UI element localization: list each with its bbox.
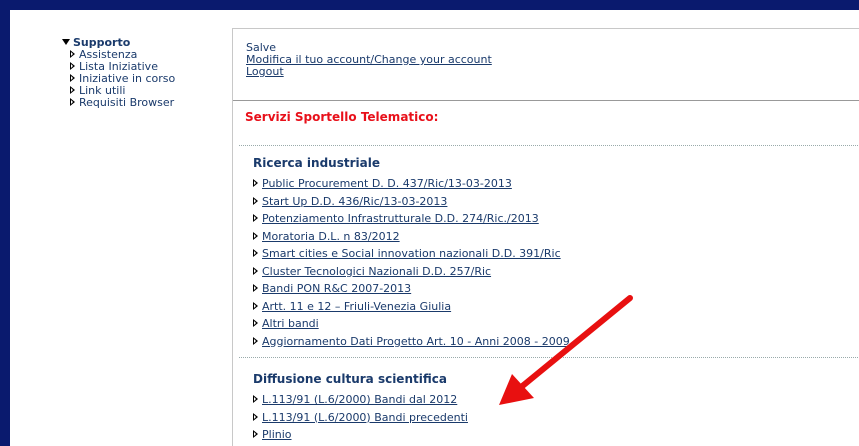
list-item: L.113/91 (L.6/2000) Bandi precedenti: [253, 409, 468, 427]
window-frame-left: [0, 0, 10, 446]
group-title-diffusione: Diffusione cultura scientifica: [253, 372, 447, 386]
link-aggiornamento-dati[interactable]: Aggiornamento Dati Progetto Art. 10 - An…: [262, 335, 570, 348]
link-cluster[interactable]: Cluster Tecnologici Nazionali D.D. 257/R…: [262, 265, 491, 278]
triangle-right-icon: [253, 196, 258, 205]
triangle-right-icon: [253, 395, 258, 403]
section-title: Servizi Sportello Telematico:: [245, 110, 439, 124]
list-item: L.113/91 (L.6/2000) Bandi dal 2012: [253, 391, 468, 409]
link-list-diffusione: L.113/91 (L.6/2000) Bandi dal 2012 L.113…: [253, 391, 468, 444]
list-item: Potenziamento Infrastrutturale D.D. 274/…: [253, 210, 570, 228]
triangle-right-icon: [253, 412, 258, 421]
link-plinio[interactable]: Plinio: [262, 428, 292, 441]
link-bandi-precedenti[interactable]: L.113/91 (L.6/2000) Bandi precedenti: [262, 411, 468, 424]
link-potenziamento[interactable]: Potenziamento Infrastrutturale D.D. 274/…: [262, 212, 539, 225]
triangle-right-icon: [253, 266, 258, 275]
link-artt-11-12[interactable]: Artt. 11 e 12 – Friuli-Venezia Giulia: [262, 300, 451, 313]
list-item: Plinio: [253, 426, 468, 444]
triangle-right-icon: [253, 214, 258, 222]
list-item: Bandi PON R&C 2007-2013: [253, 280, 570, 298]
list-item: Smart cities e Social innovation naziona…: [253, 245, 570, 263]
triangle-right-icon: [253, 284, 258, 292]
triangle-right-icon: [70, 50, 75, 58]
dotted-divider: [239, 145, 859, 146]
triangle-right-icon: [253, 336, 258, 345]
triangle-right-icon: [253, 231, 258, 240]
caret-down-icon: [62, 39, 70, 45]
group-title-ricerca-industriale: Ricerca industriale: [253, 156, 380, 170]
logout-link[interactable]: Logout: [246, 66, 492, 78]
triangle-right-icon: [70, 62, 75, 70]
link-start-up[interactable]: Start Up D.D. 436/Ric/13-03-2013: [262, 195, 447, 208]
link-smart-cities[interactable]: Smart cities e Social innovation naziona…: [262, 247, 561, 260]
window-frame-top: [0, 0, 859, 10]
list-item: Start Up D.D. 436/Ric/13-03-2013: [253, 193, 570, 211]
sidebar: Supporto Assistenza Lista Iniziative Ini…: [62, 36, 222, 109]
list-item: Cluster Tecnologici Nazionali D.D. 257/R…: [253, 263, 570, 281]
list-item: Public Procurement D. D. 437/Ric/13-03-2…: [253, 175, 570, 193]
link-bandi-dal-2012[interactable]: L.113/91 (L.6/2000) Bandi dal 2012: [262, 393, 457, 406]
triangle-right-icon: [70, 74, 75, 82]
triangle-right-icon: [253, 249, 258, 257]
account-box: Salve Modifica il tuo account/Change you…: [246, 41, 492, 78]
link-bandi-pon[interactable]: Bandi PON R&C 2007-2013: [262, 282, 411, 295]
triangle-right-icon: [253, 179, 258, 187]
link-list-ricerca: Public Procurement D. D. 437/Ric/13-03-2…: [253, 175, 570, 350]
dotted-divider: [239, 357, 859, 358]
list-item: Altri bandi: [253, 315, 570, 333]
triangle-right-icon: [70, 86, 75, 94]
sidebar-item-requisiti-browser[interactable]: Requisiti Browser: [70, 97, 222, 109]
divider: [233, 100, 859, 101]
link-altri-bandi[interactable]: Altri bandi: [262, 317, 319, 330]
main-panel: Salve Modifica il tuo account/Change you…: [232, 28, 859, 446]
triangle-right-icon: [70, 98, 75, 106]
list-item: Aggiornamento Dati Progetto Art. 10 - An…: [253, 333, 570, 351]
list-item: Moratoria D.L. n 83/2012: [253, 228, 570, 246]
link-moratoria[interactable]: Moratoria D.L. n 83/2012: [262, 230, 400, 243]
list-item: Artt. 11 e 12 – Friuli-Venezia Giulia: [253, 298, 570, 316]
triangle-right-icon: [253, 319, 258, 327]
triangle-right-icon: [253, 301, 258, 310]
link-public-procurement[interactable]: Public Procurement D. D. 437/Ric/13-03-2…: [262, 177, 512, 190]
sidebar-list: Assistenza Lista Iniziative Iniziative i…: [62, 49, 222, 109]
triangle-right-icon: [253, 430, 258, 438]
